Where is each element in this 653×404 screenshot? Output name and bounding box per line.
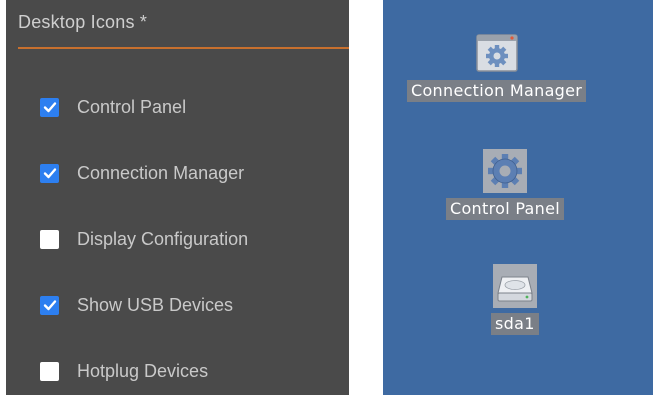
checkbox-hotplug-devices[interactable] (40, 361, 59, 381)
checkbox-connection-manager[interactable] (40, 163, 59, 183)
desktop-icons-settings-panel: Desktop Icons * Control Panel Connection… (6, 0, 349, 395)
desktop-icon-control-panel[interactable]: Control Panel (446, 148, 564, 220)
option-show-usb-devices[interactable]: Show USB Devices (40, 272, 248, 338)
option-label: Show USB Devices (77, 294, 234, 315)
checkmark-icon (43, 300, 56, 311)
panel-title: Desktop Icons * (18, 12, 148, 32)
option-label: Connection Manager (77, 162, 245, 183)
option-label: Display Configuration (77, 228, 249, 249)
option-display-configuration[interactable]: Display Configuration (40, 206, 248, 272)
desktop-icon-connection-manager[interactable]: Connection Manager (407, 30, 587, 102)
option-connection-manager[interactable]: Connection Manager (40, 140, 248, 206)
option-hotplug-devices[interactable]: Hotplug Devices (40, 338, 248, 404)
drive-icon (492, 263, 538, 309)
option-control-panel[interactable]: Control Panel (40, 74, 248, 140)
gear-icon (482, 148, 528, 194)
checkbox-display-configuration[interactable] (40, 229, 59, 249)
desktop-icon-sda1[interactable]: sda1 (491, 263, 539, 335)
desktop-icon-label: Connection Manager (407, 80, 587, 102)
checkmark-icon (43, 168, 56, 179)
window-gear-icon (474, 30, 520, 76)
desktop-icons-options-list: Control Panel Connection Manager Display… (40, 74, 248, 404)
checkbox-show-usb-devices[interactable] (40, 295, 59, 315)
checkmark-icon (43, 102, 56, 113)
panel-divider (18, 47, 349, 49)
desktop-icon-label: Control Panel (446, 198, 564, 220)
desktop-icon-label: sda1 (491, 313, 539, 335)
checkbox-control-panel[interactable] (40, 97, 59, 117)
desktop-area: Connection Manager Control Panel sda1 (383, 0, 653, 395)
option-label: Hotplug Devices (77, 360, 209, 381)
option-label: Control Panel (77, 96, 187, 117)
